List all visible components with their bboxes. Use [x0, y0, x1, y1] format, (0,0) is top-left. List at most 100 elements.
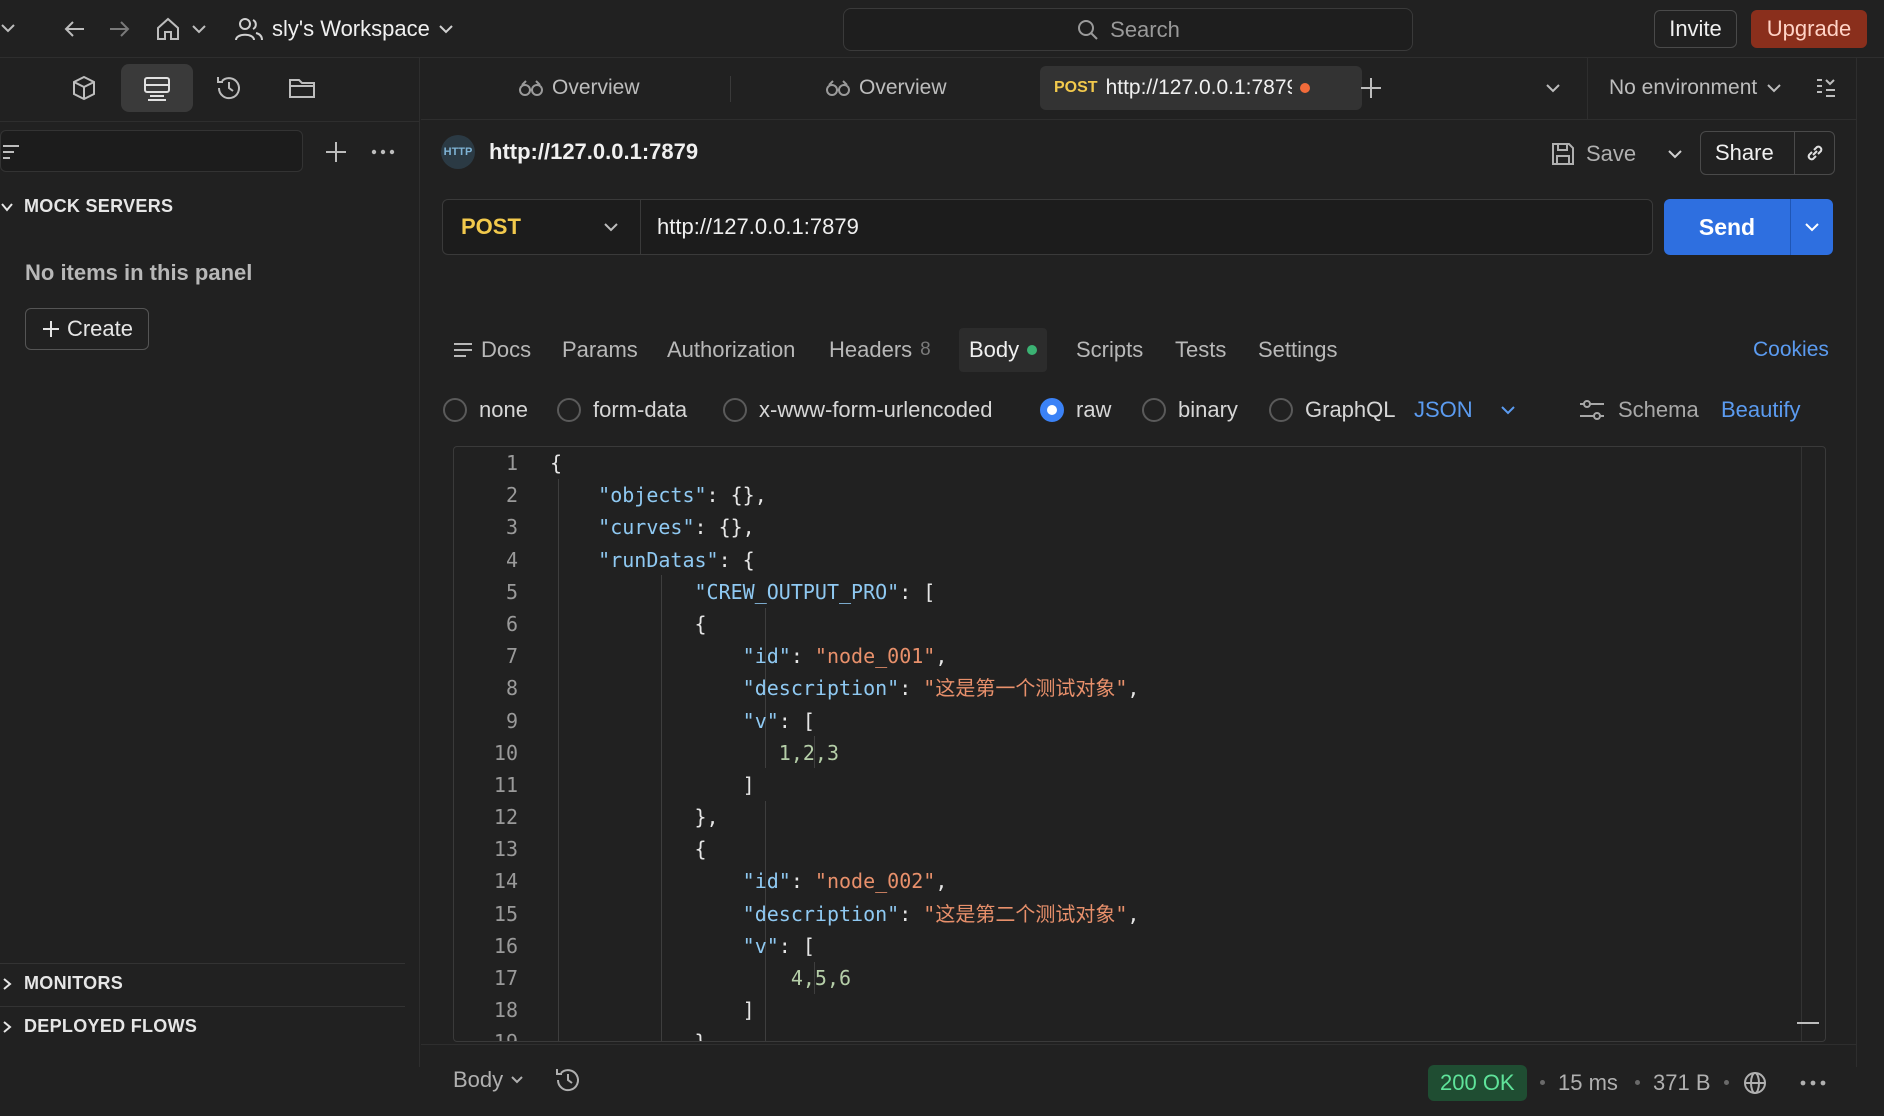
radio[interactable] — [557, 398, 581, 422]
option-form-data[interactable]: form-data — [557, 390, 687, 430]
add-icon[interactable] — [322, 138, 350, 166]
forward-arrow-icon[interactable] — [106, 16, 132, 42]
create-button[interactable]: Create — [25, 308, 149, 350]
schema-button[interactable]: Schema — [1578, 390, 1699, 430]
code-content[interactable]: { "objects": {}, "curves": {}, "runDatas… — [550, 447, 1795, 1041]
code-line[interactable]: { — [550, 833, 1795, 865]
option-urlencoded[interactable]: x-www-form-urlencoded — [723, 390, 993, 430]
code-line[interactable]: "CREW_OUTPUT_PRO": [ — [550, 576, 1795, 608]
send-options-chevron-icon[interactable] — [1791, 217, 1833, 237]
tab-headers[interactable]: Headers 8 — [829, 328, 931, 372]
tab-params[interactable]: Params — [562, 328, 638, 372]
home-menu-chevron-icon[interactable] — [191, 19, 207, 39]
code-line[interactable]: ] — [550, 994, 1795, 1026]
tab-authorization[interactable]: Authorization — [667, 328, 795, 372]
cookies-link[interactable]: Cookies — [1753, 328, 1829, 372]
tabs-menu-chevron-icon[interactable] — [1544, 66, 1562, 110]
option-none[interactable]: none — [443, 390, 528, 430]
home-icon[interactable] — [154, 15, 182, 43]
mock-servers-icon[interactable] — [121, 64, 193, 112]
radio[interactable] — [723, 398, 747, 422]
back-arrow-icon[interactable] — [62, 16, 88, 42]
invite-button[interactable]: Invite — [1654, 10, 1737, 48]
divider — [0, 1006, 405, 1007]
beautify-button[interactable]: Beautify — [1721, 390, 1801, 430]
code-line[interactable]: "curves": {}, — [550, 511, 1795, 543]
history-icon[interactable] — [193, 64, 265, 112]
code-line[interactable]: }, — [550, 801, 1795, 833]
search-input[interactable]: Search — [843, 8, 1413, 51]
code-line[interactable]: } — [550, 1026, 1795, 1041]
environment-quicklook-icon[interactable] — [1814, 66, 1838, 110]
request-title-text[interactable]: http://127.0.0.1:7879 — [489, 139, 698, 165]
new-tab-icon[interactable] — [1358, 66, 1384, 110]
line-number: 18 — [493, 998, 518, 1023]
radio[interactable] — [1269, 398, 1293, 422]
code-line[interactable]: "v": [ — [550, 705, 1795, 737]
separator-dot — [1724, 1080, 1729, 1085]
response-size[interactable]: 371 B — [1653, 1065, 1711, 1101]
code-line[interactable]: "description": "这是第二个测试对象", — [550, 898, 1795, 930]
folder-icon[interactable] — [266, 64, 338, 112]
tab-docs[interactable]: Docs — [453, 328, 531, 372]
monitors-section-header[interactable]: MONITORS — [0, 973, 123, 994]
method-selector[interactable]: POST — [443, 200, 641, 254]
search-placeholder: Search — [1110, 16, 1180, 42]
tab-tests[interactable]: Tests — [1175, 328, 1226, 372]
empty-panel-message: No items in this panel — [25, 260, 253, 285]
mock-servers-section-header[interactable]: MOCK SERVERS — [0, 196, 173, 217]
main-panel: Overview Overview POST http://127.0.0.1:… — [421, 58, 1856, 1101]
response-time[interactable]: 15 ms — [1558, 1065, 1618, 1101]
response-body-selector[interactable]: Body — [453, 1065, 583, 1095]
code-line[interactable]: "objects": {}, — [550, 479, 1795, 511]
code-line[interactable]: "id": "node_002", — [550, 865, 1795, 897]
code-line[interactable]: "v": [ — [550, 930, 1795, 962]
share-button[interactable]: Share — [1700, 131, 1835, 175]
chevron-down-icon — [604, 223, 618, 232]
environment-selector[interactable]: No environment — [1609, 66, 1783, 110]
globe-icon[interactable] — [1742, 1065, 1768, 1101]
save-button[interactable]: Save — [1550, 134, 1684, 174]
tab-overview-2[interactable]: Overview — [825, 66, 947, 110]
filter-input[interactable] — [0, 130, 303, 172]
headers-count: 8 — [920, 339, 931, 360]
code-line[interactable]: "runDatas": { — [550, 544, 1795, 576]
code-line[interactable]: "description": "这是第一个测试对象", — [550, 672, 1795, 704]
overview-icon — [519, 80, 543, 96]
more-options-icon[interactable] — [1799, 1065, 1827, 1101]
upgrade-button[interactable]: Upgrade — [1751, 10, 1867, 48]
copy-link-icon[interactable] — [1795, 142, 1834, 164]
tab-scripts[interactable]: Scripts — [1076, 328, 1143, 372]
format-selector[interactable]: JSON — [1414, 390, 1517, 430]
tab-label: Body — [969, 337, 1020, 362]
code-line[interactable]: ] — [550, 769, 1795, 801]
tab-overview-1[interactable]: Overview — [518, 66, 640, 110]
code-line[interactable]: 4,5,6 — [550, 962, 1795, 994]
url-input[interactable]: http://127.0.0.1:7879 — [641, 214, 1652, 240]
send-label: Send — [1698, 213, 1756, 240]
code-editor[interactable]: 1 2 3 4 5 6 7 8 9 10 11 12 13 14 15 16 1… — [453, 446, 1826, 1042]
editor-scrollbar[interactable] — [1801, 447, 1825, 1041]
chevron-down-icon[interactable] — [0, 18, 16, 38]
radio-selected[interactable] — [1040, 398, 1064, 422]
option-graphql[interactable]: GraphQL — [1269, 390, 1396, 430]
tab-body[interactable]: Body — [959, 328, 1048, 372]
option-binary[interactable]: binary — [1142, 390, 1238, 430]
option-raw[interactable]: raw — [1040, 390, 1111, 430]
apis-cube-icon[interactable] — [48, 64, 120, 112]
radio[interactable] — [443, 398, 467, 422]
tab-settings[interactable]: Settings — [1258, 328, 1338, 372]
code-line[interactable]: "id": "node_001", — [550, 640, 1795, 672]
code-line[interactable]: { — [550, 447, 1795, 479]
more-options-icon[interactable] — [370, 138, 396, 166]
code-line[interactable]: { — [550, 608, 1795, 640]
send-button[interactable]: Send — [1664, 199, 1833, 255]
status-badge[interactable]: 200 OK — [1428, 1065, 1527, 1101]
code-line[interactable]: 1,2,3 — [550, 737, 1795, 769]
deployed-flows-section-header[interactable]: DEPLOYED FLOWS — [0, 1016, 197, 1037]
tab-post-request[interactable]: POST http://127.0.0.1:7879 — [1040, 66, 1362, 110]
radio[interactable] — [1142, 398, 1166, 422]
separator-dot — [1635, 1080, 1640, 1085]
workspace-name: sly's Workspace — [272, 16, 430, 41]
workspace-selector[interactable]: sly's Workspace — [234, 12, 454, 46]
